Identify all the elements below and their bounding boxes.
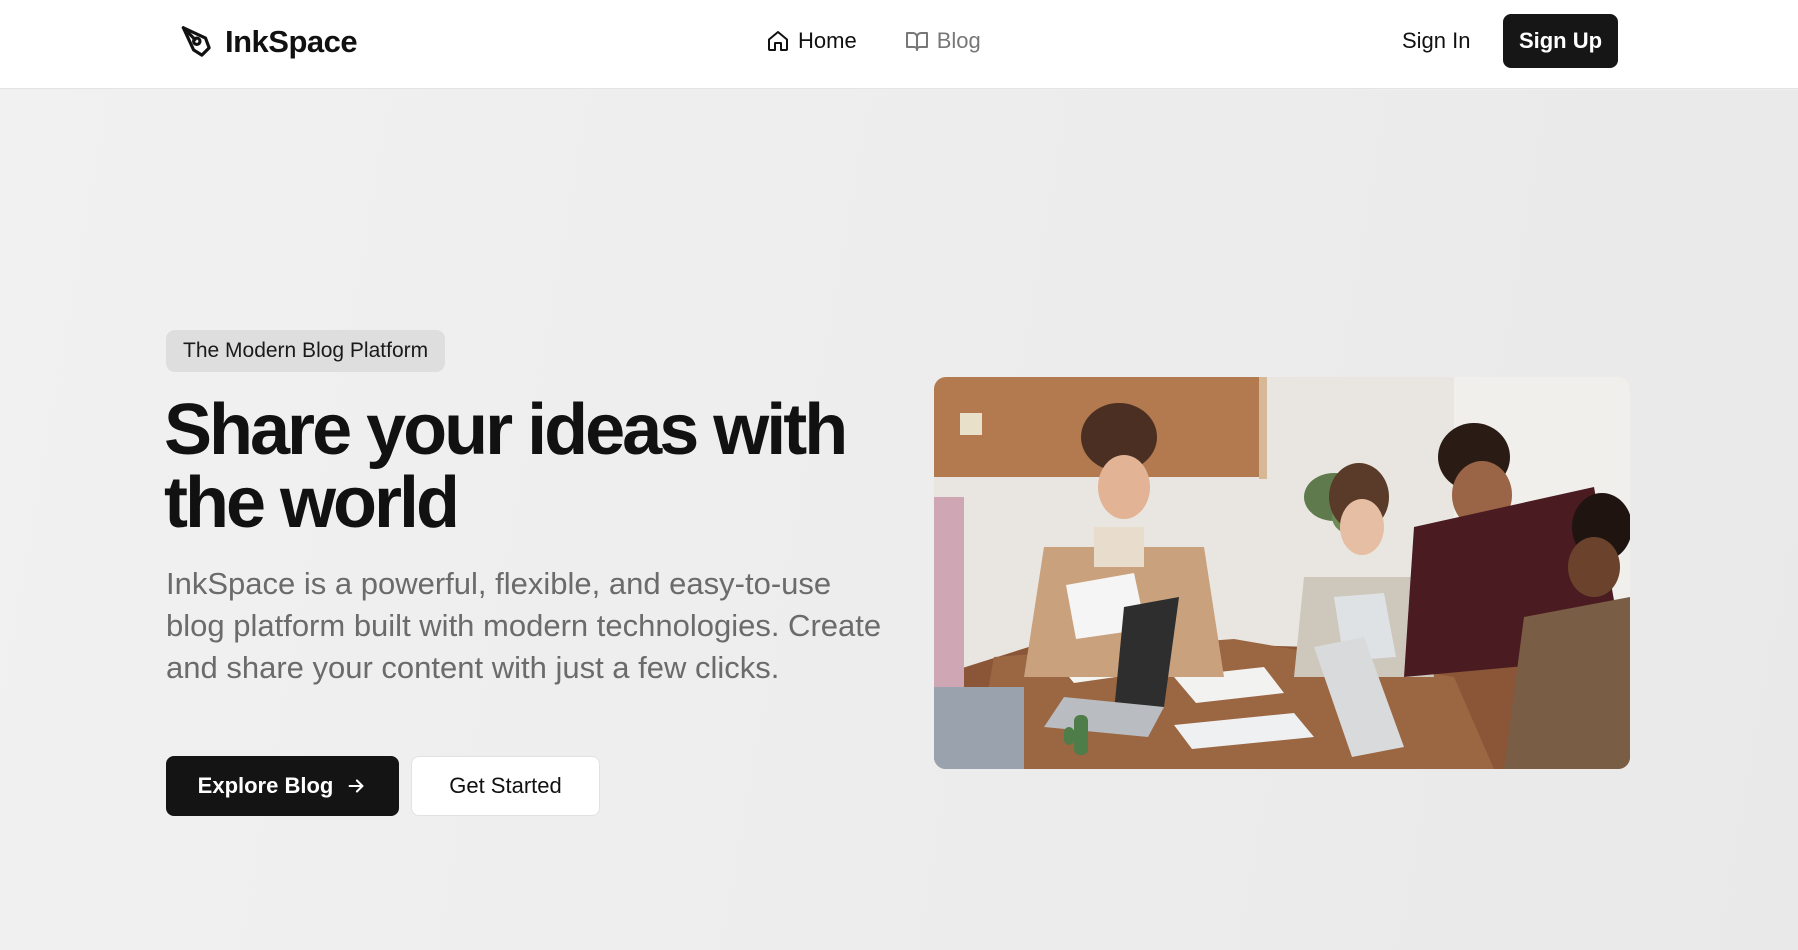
hero-description: InkSpace is a powerful, flexible, and ea… — [166, 566, 882, 685]
home-icon — [766, 29, 790, 53]
arrow-right-icon — [345, 775, 367, 797]
main-nav: Home Blog — [766, 24, 981, 58]
nav-home-label: Home — [798, 28, 857, 53]
explore-blog-label: Explore Blog — [197, 773, 334, 798]
headline-line-2: the world — [164, 463, 460, 543]
brand-name: InkSpace — [225, 24, 358, 59]
brand-logo[interactable]: InkSpace — [177, 22, 358, 62]
hero-image — [934, 377, 1630, 769]
hero-headline: Share your ideas with the world — [164, 394, 884, 540]
nav-blog[interactable]: Blog — [905, 28, 981, 54]
explore-blog-button[interactable]: Explore Blog — [166, 756, 399, 816]
sign-in-link[interactable]: Sign In — [1402, 24, 1471, 58]
team-meeting-photo — [934, 377, 1630, 769]
headline-line-1: Share your ideas with — [164, 390, 848, 470]
book-open-icon — [905, 29, 929, 53]
site-header: InkSpace Home Blog Sign In Sign Up — [0, 0, 1798, 89]
sign-up-button[interactable]: Sign Up — [1503, 14, 1618, 68]
hero-badge: The Modern Blog Platform — [166, 330, 446, 372]
get-started-button[interactable]: Get Started — [411, 756, 600, 816]
nav-blog-label: Blog — [936, 28, 981, 53]
pen-tool-icon — [177, 23, 215, 61]
nav-home[interactable]: Home — [766, 28, 857, 54]
